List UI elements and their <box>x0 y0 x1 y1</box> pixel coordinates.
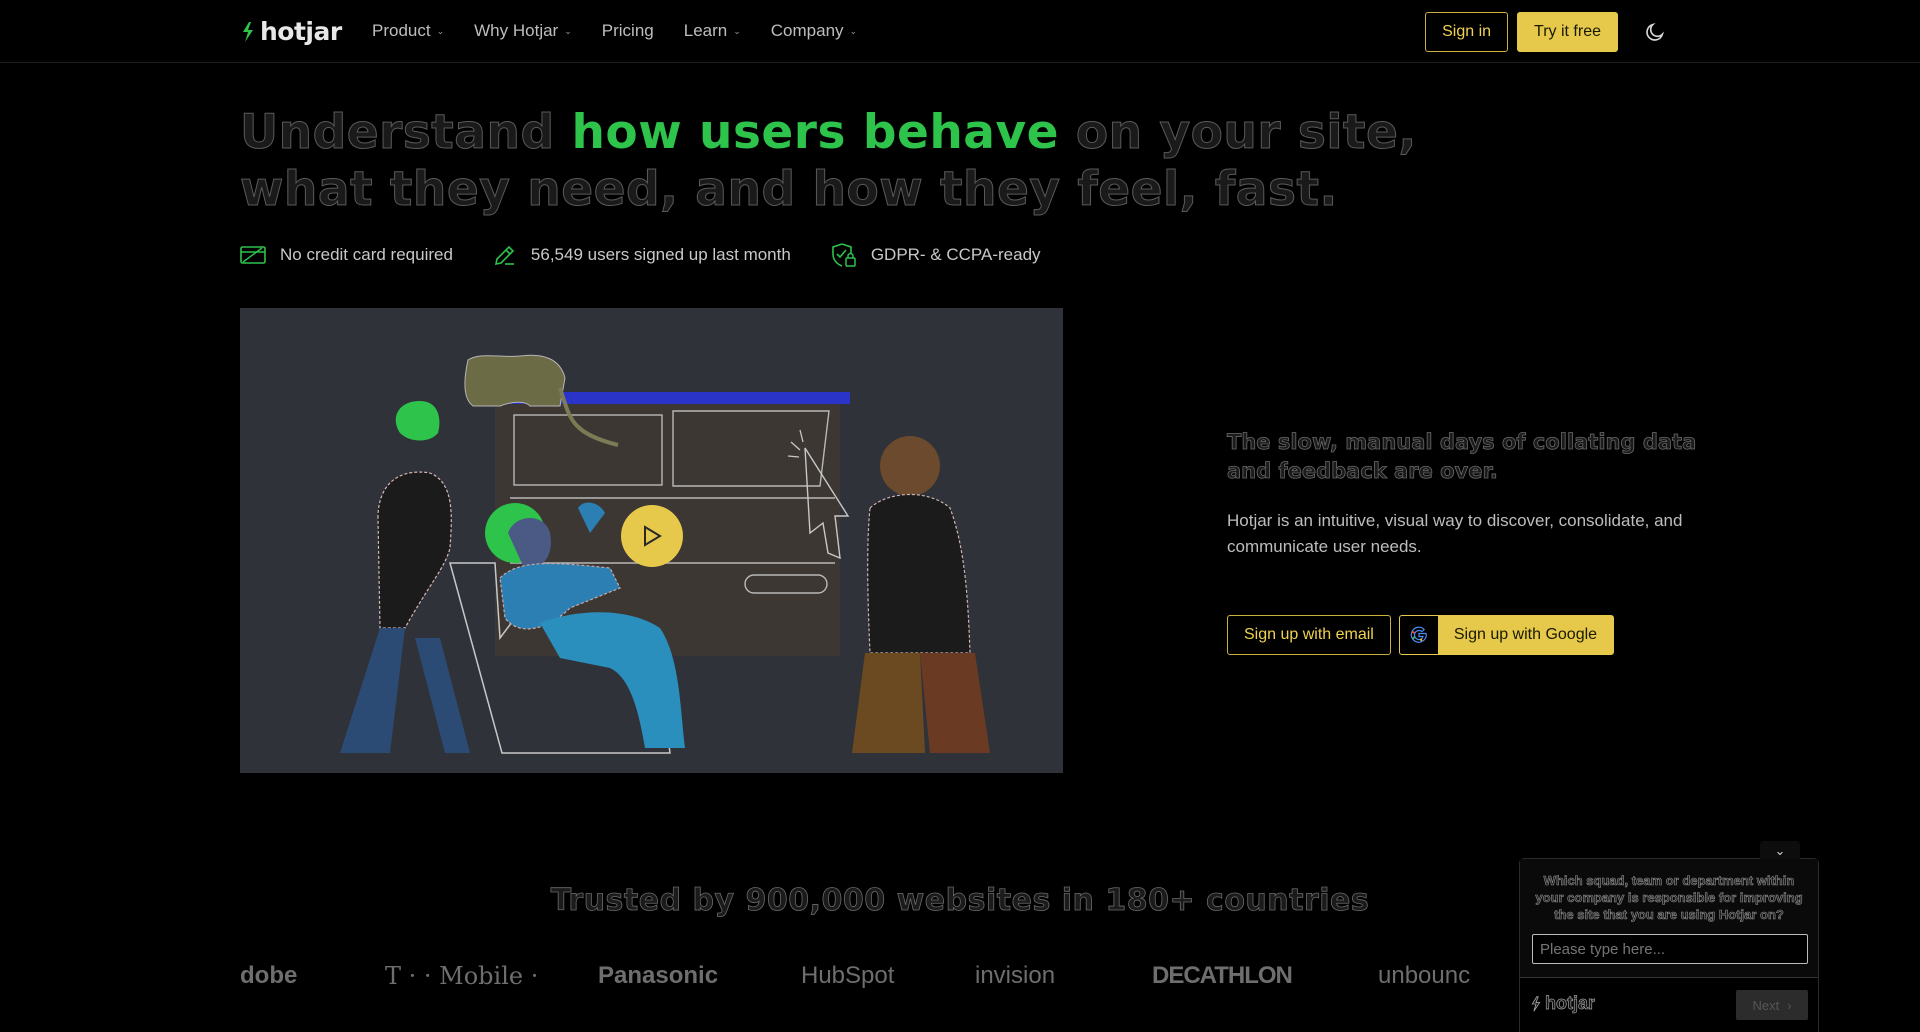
survey-next-label: Next <box>1752 997 1780 1013</box>
shield-lock-icon <box>832 243 856 267</box>
nav-label: Company <box>770 21 844 40</box>
main-menu: Product ⌄ Why Hotjar ⌄ Pricing Learn ⌄ C… <box>372 21 857 41</box>
signup-email-button[interactable]: Sign up with email <box>1227 615 1391 655</box>
badge-text: 56,549 users signed up last month <box>530 245 791 264</box>
value-prop-body: Hotjar is an intuitive, visual way to di… <box>1227 511 1683 556</box>
sign-in-button[interactable]: Sign in <box>1425 12 1509 52</box>
customer-logo-hubspot: HubSpot <box>801 962 895 989</box>
badge-no-credit-card: No credit card required <box>240 242 453 268</box>
theme-toggle-button[interactable] <box>1635 12 1675 52</box>
customer-logo-panasonic: Panasonic <box>598 962 719 989</box>
hotjar-logo[interactable]: hotjar <box>240 17 342 46</box>
nav-label: Pricing <box>601 21 654 40</box>
nav-label: Product <box>372 21 431 40</box>
chevron-down-icon: ⌄ <box>733 25 741 36</box>
survey-question: Which squad, team or department within y… <box>1535 873 1803 923</box>
nav-item-why-hotjar[interactable]: Why Hotjar ⌄ <box>474 21 572 41</box>
survey-next-button[interactable]: Next › <box>1736 990 1808 1020</box>
headline-highlight: how users behave <box>571 105 1060 160</box>
survey-body: Which squad, team or department within y… <box>1520 859 1818 977</box>
value-prop-title: The slow, manual days of collating data … <box>1227 430 1697 484</box>
chevron-down-icon: ⌄ <box>564 25 572 36</box>
badge-signups: 56,549 users signed up last month <box>493 242 791 268</box>
survey-answer-input[interactable] <box>1532 934 1808 964</box>
nav-item-company[interactable]: Company ⌄ <box>771 21 857 41</box>
moon-icon <box>1646 22 1665 41</box>
signup-google-label: Sign up with Google <box>1453 626 1598 643</box>
survey-hotjar-logo[interactable]: hotjar <box>1530 993 1595 1014</box>
hero-headline: Understand how users behave on your site… <box>239 104 1490 218</box>
brand-name: hotjar <box>260 17 342 46</box>
nav-item-product[interactable]: Product ⌄ <box>372 21 444 41</box>
hotjar-flame-icon <box>1531 995 1541 1012</box>
survey-footer: hotjar Next › <box>1520 977 1818 1032</box>
survey-minimize-button[interactable]: ⌄ <box>1760 841 1800 861</box>
chevron-down-icon: ⌄ <box>436 25 445 36</box>
survey-brand-text: hotjar <box>1545 993 1596 1014</box>
feedback-survey-widget: ⌄ Which squad, team or department within… <box>1520 841 1818 1032</box>
customer-logo-invision: invision <box>975 962 1056 989</box>
google-icon-box <box>1399 616 1438 654</box>
credit-card-icon <box>240 246 266 264</box>
customer-logo-decathlon: DECATHLON <box>1152 962 1293 989</box>
nav-item-pricing[interactable]: Pricing <box>602 21 654 41</box>
hotjar-flame-icon <box>243 21 253 42</box>
top-nav: hotjar Product ⌄ Why Hotjar ⌄ Pricing Le… <box>0 0 1920 63</box>
try-free-button[interactable]: Try it free <box>1517 12 1618 52</box>
badge-gdpr: GDPR- & CCPA-ready <box>831 242 1041 268</box>
badge-text: GDPR- & CCPA-ready <box>870 245 1041 264</box>
headline-part: Understand <box>239 105 572 161</box>
play-icon <box>644 525 662 547</box>
hero-video-thumbnail[interactable] <box>240 308 1063 773</box>
badge-text: No credit card required <box>280 245 453 264</box>
chevron-right-icon: › <box>1787 997 1792 1013</box>
nav-label: Why Hotjar <box>474 21 559 40</box>
customer-logo-adobe: dobe <box>240 962 298 989</box>
nav-item-learn[interactable]: Learn ⌄ <box>684 21 741 41</box>
chevron-down-icon: ⌄ <box>1774 843 1786 858</box>
customer-logo-tmobile: T · · Mobile · <box>385 962 539 990</box>
chevron-down-icon: ⌄ <box>849 25 858 36</box>
google-icon <box>1410 626 1427 643</box>
signup-actions: Sign up with email Sign up with Google <box>1227 615 1615 655</box>
nav-actions: Sign in Try it free <box>1425 12 1675 52</box>
pencil-icon <box>494 245 515 266</box>
trust-badges: No credit card required 56,549 users sig… <box>240 242 1041 268</box>
signup-google-button[interactable]: Sign up with Google <box>1398 615 1615 655</box>
nav-label: Learn <box>683 21 728 40</box>
customer-logo-unbounce: unbounc <box>1378 962 1471 989</box>
play-button[interactable] <box>621 505 683 567</box>
